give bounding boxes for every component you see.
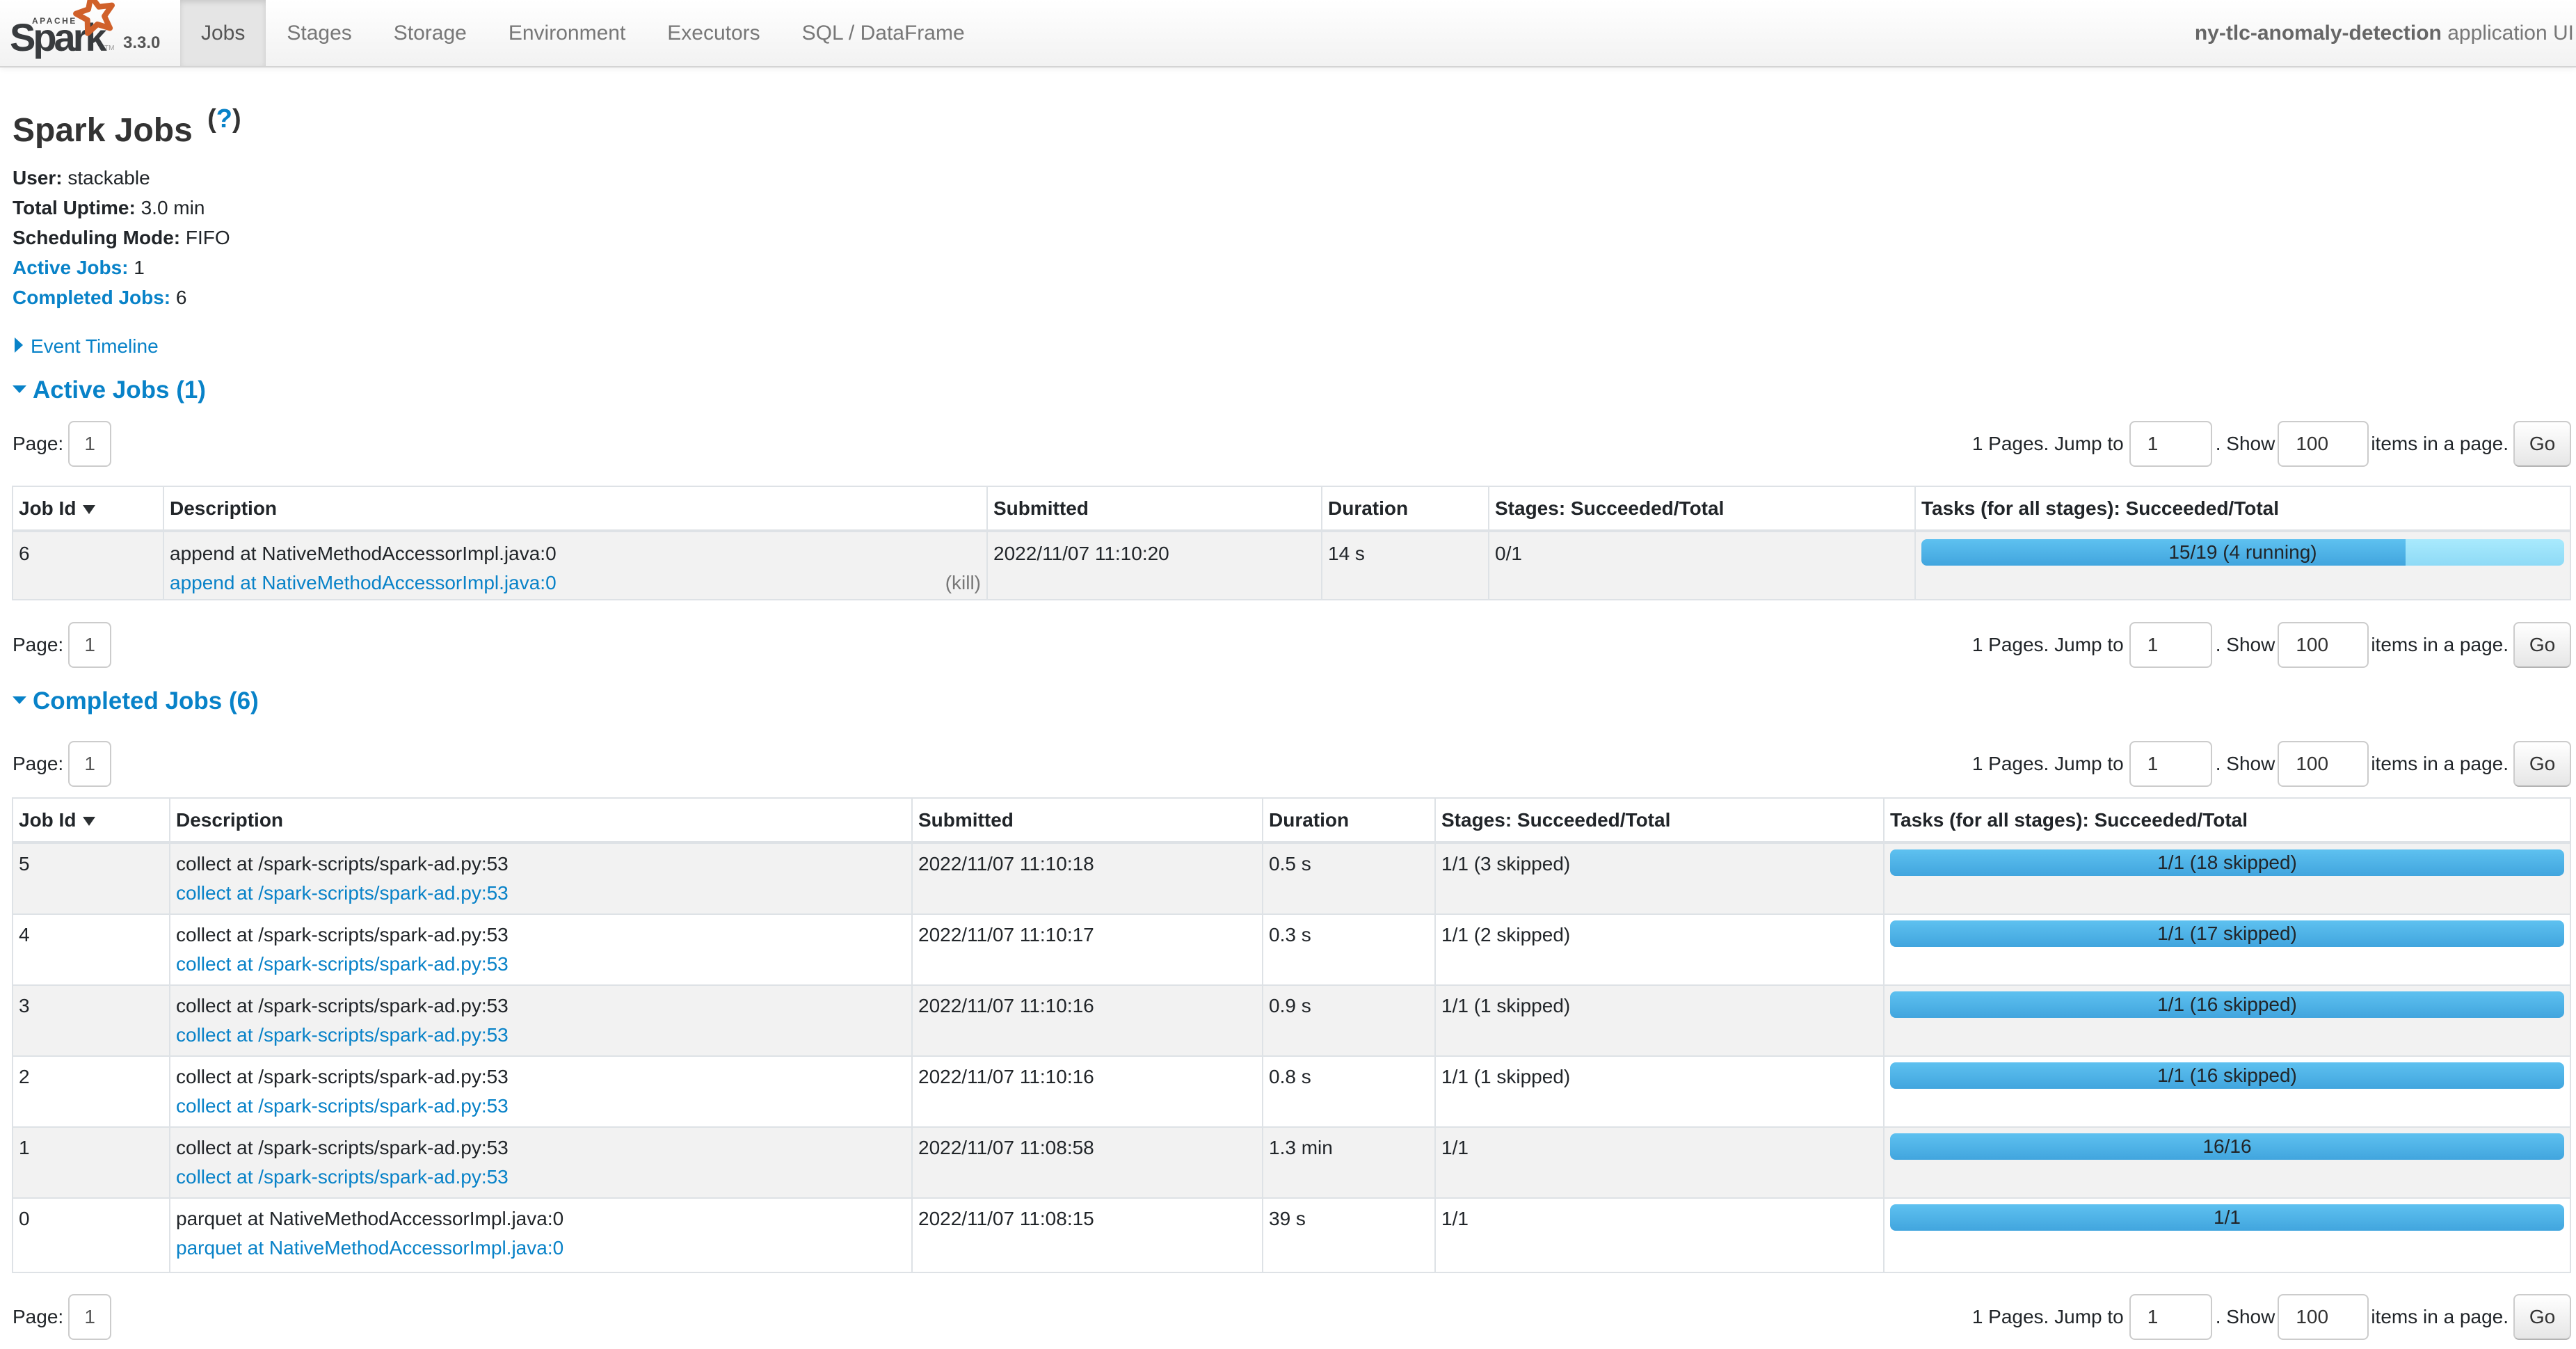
svg-text:Spark: Spark xyxy=(10,15,107,59)
svg-text:TM: TM xyxy=(104,45,114,52)
